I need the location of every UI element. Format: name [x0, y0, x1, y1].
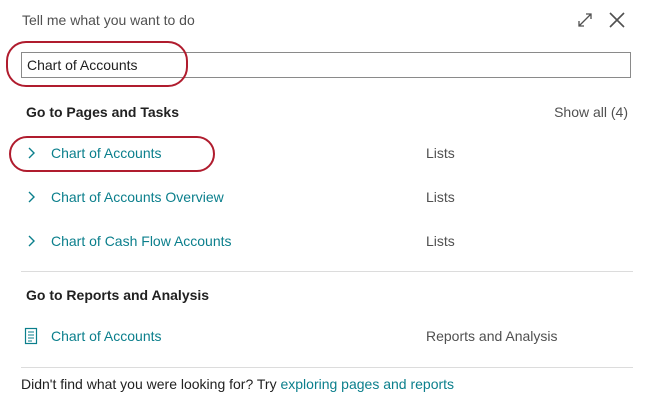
- search-input[interactable]: [22, 53, 630, 77]
- result-item-chart-of-accounts-overview[interactable]: Chart of Accounts Overview Lists: [22, 186, 632, 210]
- result-category: Lists: [426, 145, 455, 161]
- result-link[interactable]: Chart of Cash Flow Accounts: [51, 233, 232, 249]
- expand-icon[interactable]: [575, 10, 595, 30]
- result-link[interactable]: Chart of Accounts Overview: [51, 189, 224, 205]
- report-item-chart-of-accounts[interactable]: Chart of Accounts Reports and Analysis: [22, 325, 632, 349]
- chevron-right-icon: [28, 235, 35, 247]
- show-all-link[interactable]: Show all (4): [554, 104, 628, 120]
- chevron-right-icon: [28, 147, 35, 159]
- result-category: Reports and Analysis: [426, 328, 558, 344]
- result-link[interactable]: Chart of Accounts: [51, 328, 162, 344]
- footer-text: Didn't find what you were looking for? T…: [21, 376, 281, 392]
- tell-me-dialog: Tell me what you want to do Go to Pages …: [0, 0, 645, 398]
- footer-message: Didn't find what you were looking for? T…: [21, 376, 454, 392]
- section-divider: [21, 271, 633, 272]
- close-icon[interactable]: [607, 10, 627, 30]
- pages-section-heading: Go to Pages and Tasks: [26, 104, 180, 120]
- result-item-chart-of-accounts[interactable]: Chart of Accounts Lists: [22, 142, 632, 166]
- result-category: Lists: [426, 233, 455, 249]
- dialog-title: Tell me what you want to do: [22, 12, 195, 28]
- chevron-right-icon: [28, 191, 35, 203]
- report-icon: [24, 327, 38, 345]
- search-field: [21, 52, 631, 78]
- footer-divider: [21, 367, 633, 368]
- result-category: Lists: [426, 189, 455, 205]
- result-link[interactable]: Chart of Accounts: [51, 145, 162, 161]
- result-item-chart-of-cash-flow-accounts[interactable]: Chart of Cash Flow Accounts Lists: [22, 230, 632, 254]
- explore-pages-link[interactable]: exploring pages and reports: [280, 376, 454, 392]
- reports-section-heading: Go to Reports and Analysis: [26, 287, 210, 303]
